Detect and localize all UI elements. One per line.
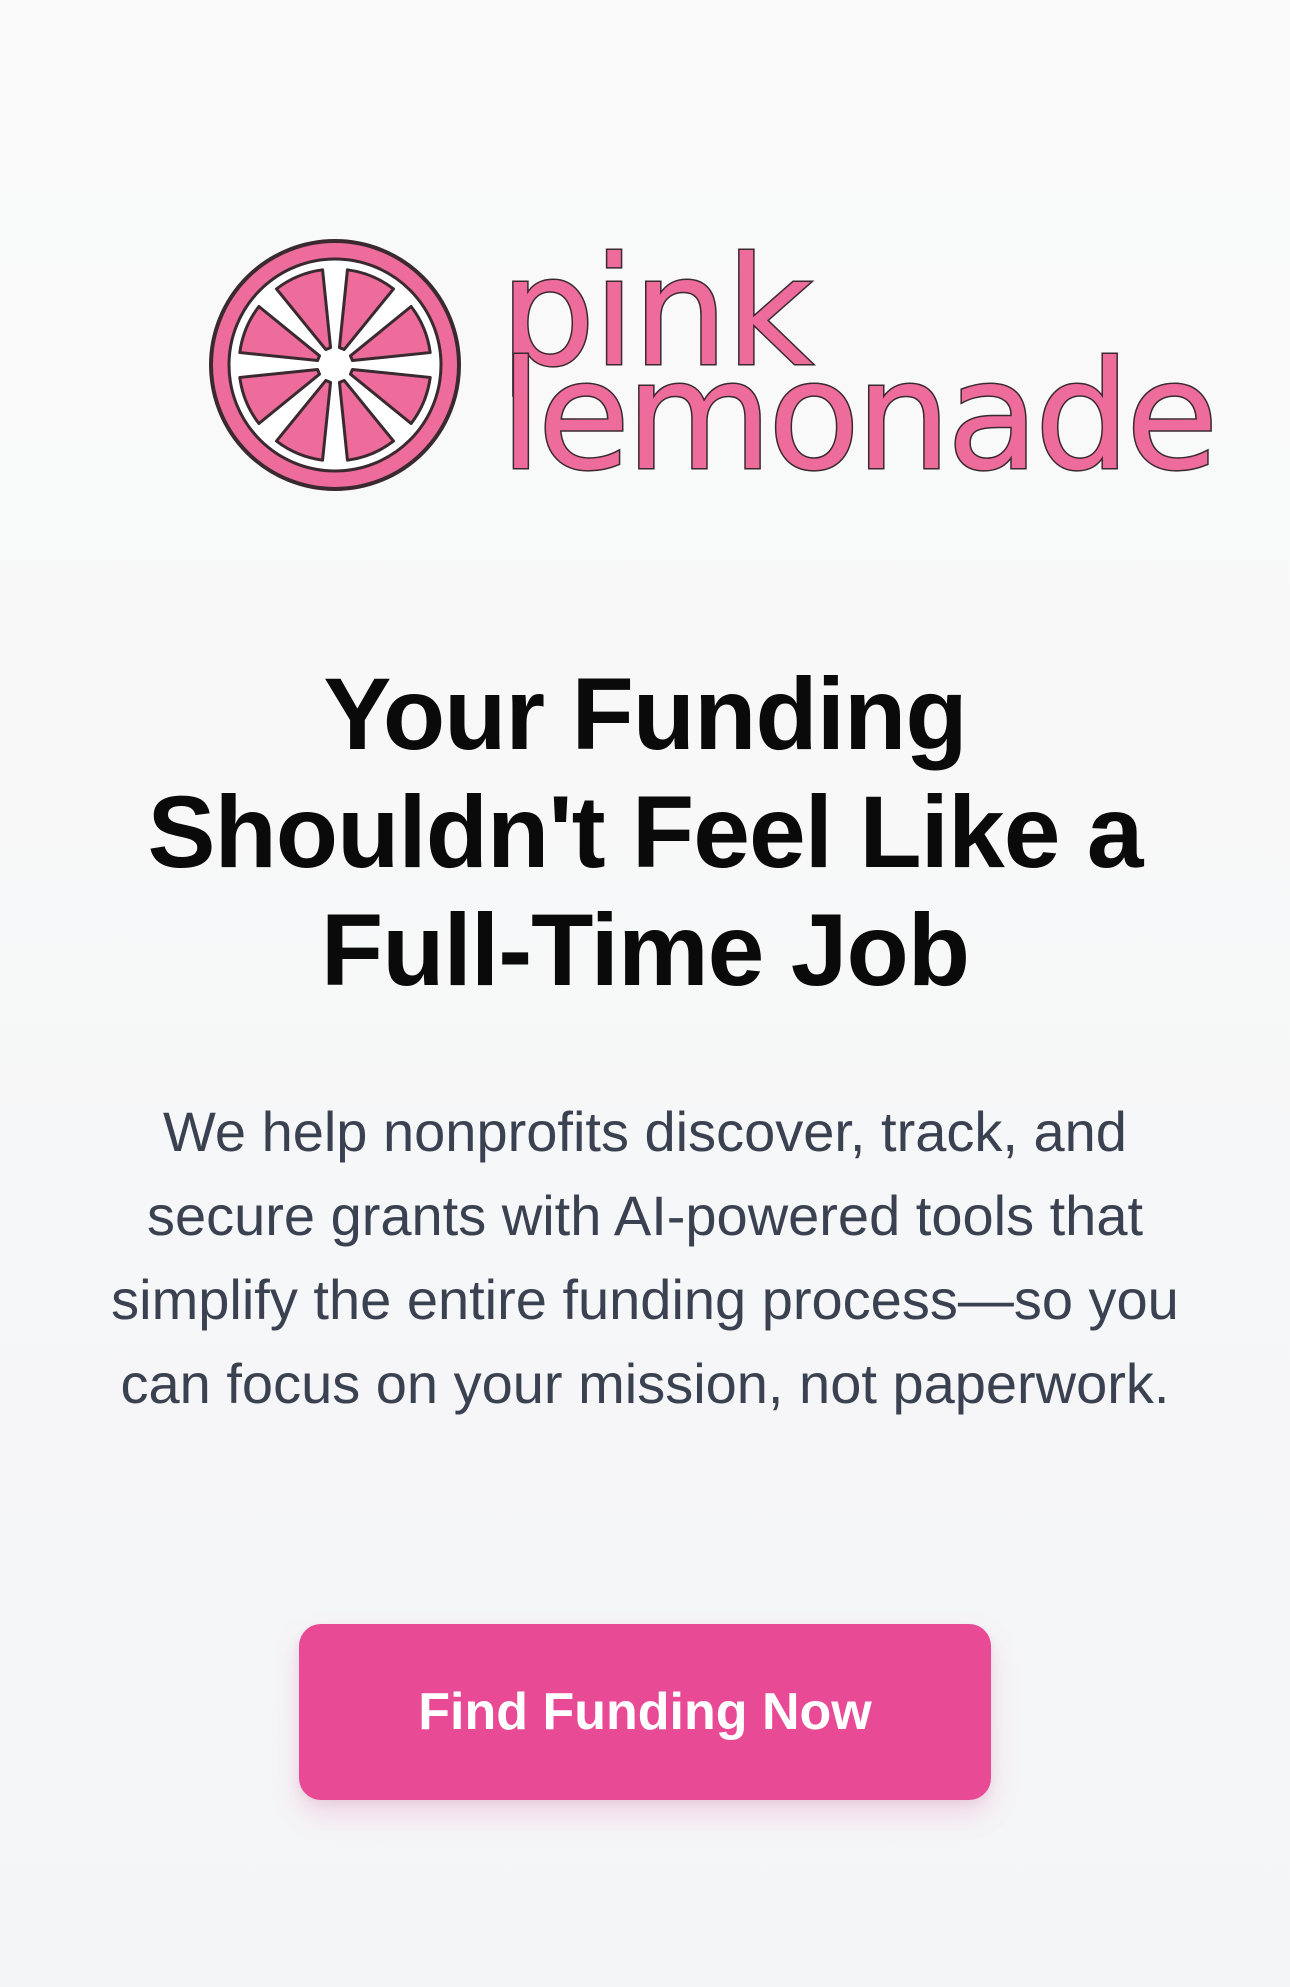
brand-wordmark: pink lemonade: [498, 230, 1219, 500]
brand-logo: pink lemonade: [200, 230, 1220, 500]
landing-page: pink lemonade Your Funding Shouldn't Fee…: [0, 0, 1290, 1987]
lemon-slice-icon: [209, 239, 461, 491]
hero-subtext: We help nonprofits discover, track, and …: [111, 1100, 1179, 1415]
find-funding-button[interactable]: Find Funding Now: [299, 1624, 991, 1800]
brand-name-line2: lemonade: [498, 330, 1219, 504]
hero-headline: Your Funding Shouldn't Feel Like a Full-…: [147, 657, 1143, 1007]
